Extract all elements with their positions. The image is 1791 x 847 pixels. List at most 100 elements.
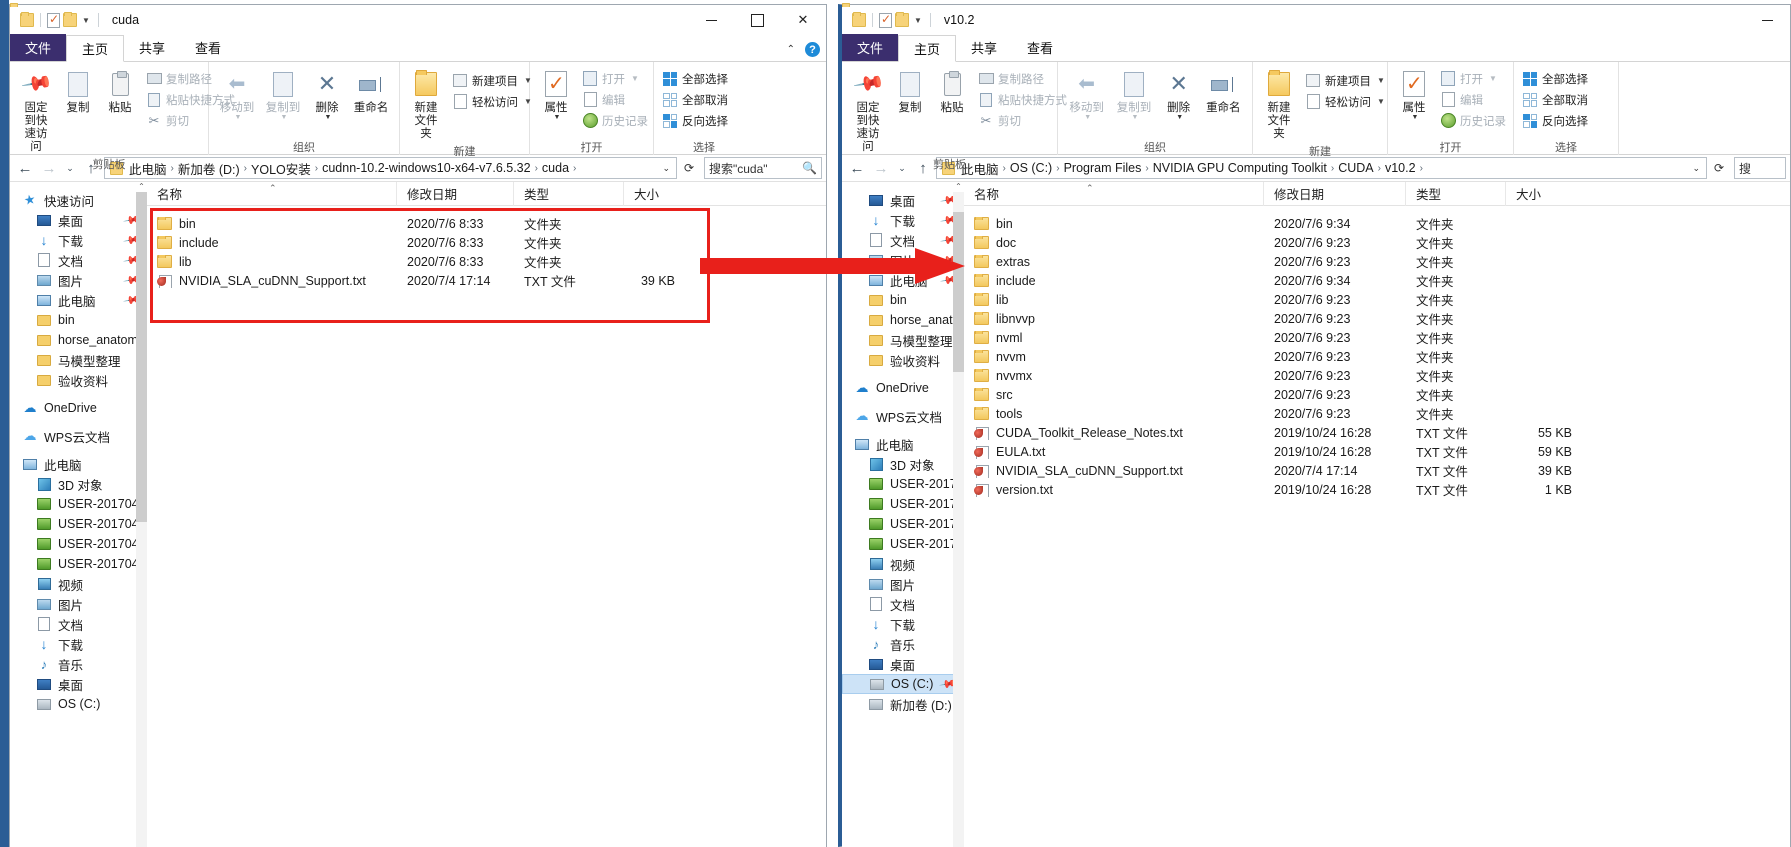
- new-folder-icon[interactable]: [63, 12, 77, 27]
- nav-scrollbar[interactable]: ⌃: [953, 182, 964, 847]
- copy-path-button[interactable]: 复制路径: [975, 68, 1070, 89]
- sidebar-item-user-2017040[interactable]: USER-2017040: [842, 534, 964, 554]
- copy-button[interactable]: 复制: [889, 66, 931, 117]
- chevron-up-icon[interactable]: ⌃: [787, 44, 795, 55]
- table-row[interactable]: doc 2020/7/6 9:23 文件夹: [964, 233, 1790, 252]
- chevron-down-icon[interactable]: ▼: [1412, 114, 1419, 121]
- sidebar-item-[interactable]: 马模型整理: [842, 330, 964, 350]
- table-row[interactable]: libnvvp 2020/7/6 9:23 文件夹: [964, 309, 1790, 328]
- sidebar-item-[interactable]: ↓ 下载: [10, 634, 147, 654]
- table-row[interactable]: lib 2020/7/6 9:23 文件夹: [964, 290, 1790, 309]
- history-button[interactable]: 历史记录: [1437, 110, 1509, 131]
- right-quick-access-toolbar[interactable]: ▼: [842, 12, 934, 28]
- sidebar-item-[interactable]: ↓ 下载 📌: [10, 230, 147, 250]
- table-row[interactable]: tools 2020/7/6 9:23 文件夹: [964, 404, 1790, 423]
- table-row[interactable]: lib 2020/7/6 8:33 文件夹: [147, 252, 826, 271]
- chevron-down-icon[interactable]: ▼: [1132, 114, 1139, 121]
- new-item-button[interactable]: 新建项目 ▼: [449, 70, 535, 91]
- table-row[interactable]: extras 2020/7/6 9:23 文件夹: [964, 252, 1790, 271]
- sidebar-item-bin[interactable]: bin: [10, 310, 147, 330]
- rename-button[interactable]: 重命名: [348, 66, 394, 117]
- sidebar-item-[interactable]: 图片: [842, 574, 964, 594]
- sidebar-item-[interactable]: ♪ 音乐: [842, 634, 964, 654]
- sidebar-item-user-2017040[interactable]: USER-2017040: [842, 494, 964, 514]
- new-item-button[interactable]: 新建项目 ▼: [1302, 70, 1388, 91]
- sidebar-item-[interactable]: ♪ 音乐: [10, 654, 147, 674]
- sidebar-item-[interactable]: 桌面: [842, 654, 964, 674]
- table-row[interactable]: NVIDIA_SLA_cuDNN_Support.txt 2020/7/4 17:…: [964, 461, 1790, 480]
- sidebar-item-[interactable]: 马模型整理: [10, 350, 147, 370]
- chevron-down-icon[interactable]: ▼: [631, 74, 639, 83]
- chevron-down-icon[interactable]: ▼: [1377, 76, 1385, 85]
- search-input[interactable]: 搜: [1734, 157, 1786, 179]
- chevron-up-icon[interactable]: ⌃: [136, 182, 147, 192]
- breadcrumb-item[interactable]: v10.2: [1382, 161, 1419, 175]
- sidebar-item-[interactable]: 视频: [842, 554, 964, 574]
- chevron-down-icon[interactable]: ▼: [1176, 114, 1183, 121]
- cut-button[interactable]: ✂ 剪切: [975, 110, 1070, 131]
- column-header-type[interactable]: 类型: [1406, 182, 1506, 206]
- minimize-button[interactable]: [688, 5, 734, 35]
- new-folder-button[interactable]: 新建 文件夹: [405, 66, 447, 143]
- close-button[interactable]: [780, 5, 826, 35]
- history-button[interactable]: 历史记录: [579, 110, 651, 131]
- tab-home[interactable]: 主页: [66, 35, 125, 62]
- invert-selection-button[interactable]: 反向选择: [659, 110, 731, 131]
- sidebar-item-onedrive[interactable]: ☁ OneDrive: [10, 398, 147, 418]
- sidebar-item-[interactable]: 文档 📌: [842, 230, 964, 250]
- table-row[interactable]: nvml 2020/7/6 9:23 文件夹: [964, 328, 1790, 347]
- breadcrumb-item[interactable]: cuda: [539, 161, 572, 175]
- refresh-button[interactable]: ⟳: [1709, 157, 1729, 179]
- paste-shortcut-button[interactable]: 粘贴快捷方式: [975, 89, 1070, 110]
- sidebar-item-[interactable]: 图片: [10, 594, 147, 614]
- copy-to-button[interactable]: 复制到 ▼: [1110, 66, 1157, 123]
- sidebar-item-user-2017040[interactable]: USER-2017040: [10, 494, 147, 514]
- sidebar-item-[interactable]: 此电脑: [10, 454, 147, 474]
- sidebar-item-horse-anatomy[interactable]: horse_anatomy: [842, 310, 964, 330]
- properties-button[interactable]: 属性 ▼: [535, 66, 577, 123]
- table-row[interactable]: bin 2020/7/6 9:34 文件夹: [964, 214, 1790, 233]
- sidebar-item-user-2017040[interactable]: USER-2017040: [842, 474, 964, 494]
- chevron-down-icon[interactable]: ▼: [1377, 97, 1385, 106]
- tab-file[interactable]: 文件: [10, 34, 67, 61]
- breadcrumb-item[interactable]: NVIDIA GPU Computing Toolkit: [1150, 161, 1330, 175]
- pin-to-quick-access-button[interactable]: 📌 固定到快 速访问: [15, 66, 57, 156]
- sidebar-item-[interactable]: 桌面: [10, 674, 147, 694]
- sidebar-item-[interactable]: 文档: [10, 614, 147, 634]
- sidebar-item-[interactable]: 视频: [10, 574, 147, 594]
- open-button[interactable]: 打开 ▼: [579, 68, 651, 89]
- help-icon[interactable]: ?: [805, 42, 820, 57]
- breadcrumb-item[interactable]: cudnn-10.2-windows10-x64-v7.6.5.32: [319, 161, 533, 175]
- sidebar-item-[interactable]: 此电脑: [842, 434, 964, 454]
- select-all-button[interactable]: 全部选择: [1519, 68, 1591, 89]
- chevron-down-icon[interactable]: ▼: [80, 16, 92, 25]
- sidebar-item-3d[interactable]: 3D 对象: [842, 454, 964, 474]
- sidebar-item-[interactable]: 文档 📌: [10, 250, 147, 270]
- tab-share[interactable]: 共享: [124, 34, 180, 61]
- rename-button[interactable]: 重命名: [1200, 66, 1247, 117]
- easy-access-button[interactable]: 轻松访问 ▼: [449, 91, 535, 112]
- sidebar-item-d[interactable]: 新加卷 (D:): [842, 694, 964, 714]
- chevron-down-icon[interactable]: ▼: [554, 114, 561, 121]
- select-none-button[interactable]: 全部取消: [1519, 89, 1591, 110]
- sidebar-item-wps[interactable]: ☁ WPS云文档: [10, 426, 147, 446]
- tab-view[interactable]: 查看: [180, 34, 236, 61]
- sidebar-item-wps[interactable]: ☁ WPS云文档: [842, 406, 964, 426]
- copy-button[interactable]: 复制: [57, 66, 99, 117]
- chevron-up-icon[interactable]: ⌃: [953, 182, 964, 192]
- chevron-down-icon[interactable]: ⌄: [658, 163, 674, 174]
- scrollbar-thumb[interactable]: [136, 192, 147, 522]
- sidebar-item-[interactable]: ↓ 下载 📌: [842, 210, 964, 230]
- edit-button[interactable]: 编辑: [1437, 89, 1509, 110]
- sidebar-item-[interactable]: 文档: [842, 594, 964, 614]
- sidebar-item-user-2017040[interactable]: USER-2017040: [10, 534, 147, 554]
- chevron-down-icon[interactable]: ▼: [1489, 74, 1497, 83]
- table-row[interactable]: include 2020/7/6 9:34 文件夹: [964, 271, 1790, 290]
- paste-button[interactable]: 粘贴: [931, 66, 973, 117]
- maximize-button[interactable]: [734, 5, 780, 35]
- table-row[interactable]: nvvm 2020/7/6 9:23 文件夹: [964, 347, 1790, 366]
- sidebar-item-[interactable]: 验收资料: [842, 350, 964, 370]
- edit-button[interactable]: 编辑: [579, 89, 651, 110]
- table-row[interactable]: include 2020/7/6 8:33 文件夹: [147, 233, 826, 252]
- sidebar-item-[interactable]: ↓ 下载: [842, 614, 964, 634]
